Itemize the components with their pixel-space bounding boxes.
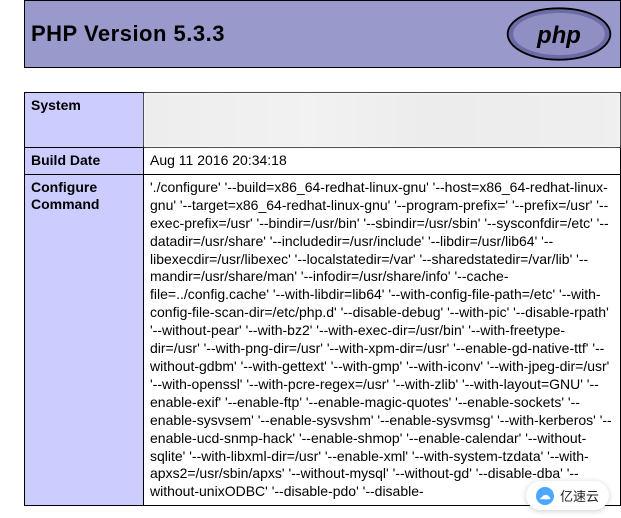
phpinfo-table: System Build Date Aug 11 2016 20:34:18 C… — [24, 92, 621, 506]
page-title: PHP Version 5.3.3 — [31, 21, 225, 47]
row-label-configure-command: Configure Command — [25, 174, 144, 505]
row-label-build-date: Build Date — [25, 148, 144, 175]
row-label-system: System — [25, 93, 144, 148]
row-value-configure-command: './configure' '--build=x86_64-redhat-lin… — [144, 174, 621, 505]
table-row: Configure Command './configure' '--build… — [25, 174, 621, 505]
php-logo: php — [504, 6, 614, 62]
provider-badge-text: 亿速云 — [560, 486, 599, 505]
row-value-system — [144, 93, 621, 148]
table-row: Build Date Aug 11 2016 20:34:18 — [25, 148, 621, 175]
provider-badge[interactable]: ☁ 亿速云 — [526, 481, 609, 510]
cloud-icon: ☁ — [536, 487, 554, 505]
svg-text:php: php — [536, 22, 581, 49]
table-row: System — [25, 93, 621, 148]
redacted-content — [144, 93, 620, 147]
phpinfo-header: PHP Version 5.3.3 php — [24, 0, 621, 68]
row-value-build-date: Aug 11 2016 20:34:18 — [144, 148, 621, 175]
